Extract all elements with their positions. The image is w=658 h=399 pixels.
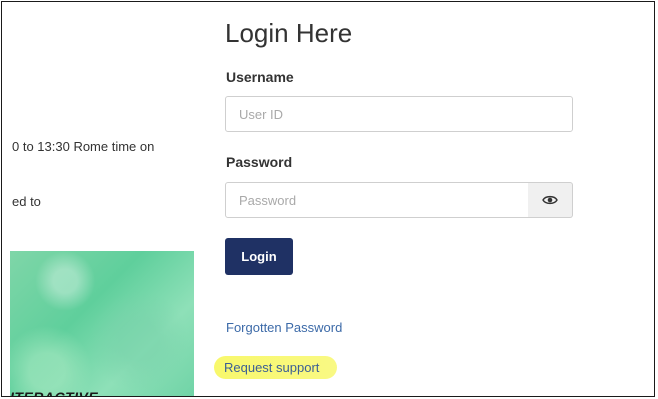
page-frame: 0 to 13:30 Rome time on ed to ITERACTIVE… (1, 1, 655, 397)
promo-label: ITERACTIVE (10, 389, 99, 397)
login-button[interactable]: Login (225, 238, 293, 275)
info-text-line-1: 0 to 13:30 Rome time on (12, 139, 155, 154)
show-password-button[interactable] (528, 182, 573, 218)
login-title: Login Here (225, 18, 353, 48)
promo-banner: ITERACTIVE (10, 251, 194, 397)
info-text-line-2: ed to (12, 194, 41, 209)
username-input[interactable] (225, 96, 573, 132)
password-label: Password (226, 154, 293, 170)
forgotten-password-link[interactable]: Forgotten Password (226, 320, 342, 335)
request-support-link[interactable]: Request support (214, 356, 338, 379)
username-label: Username (226, 69, 294, 85)
eye-icon (542, 195, 558, 205)
password-input[interactable] (225, 182, 529, 218)
